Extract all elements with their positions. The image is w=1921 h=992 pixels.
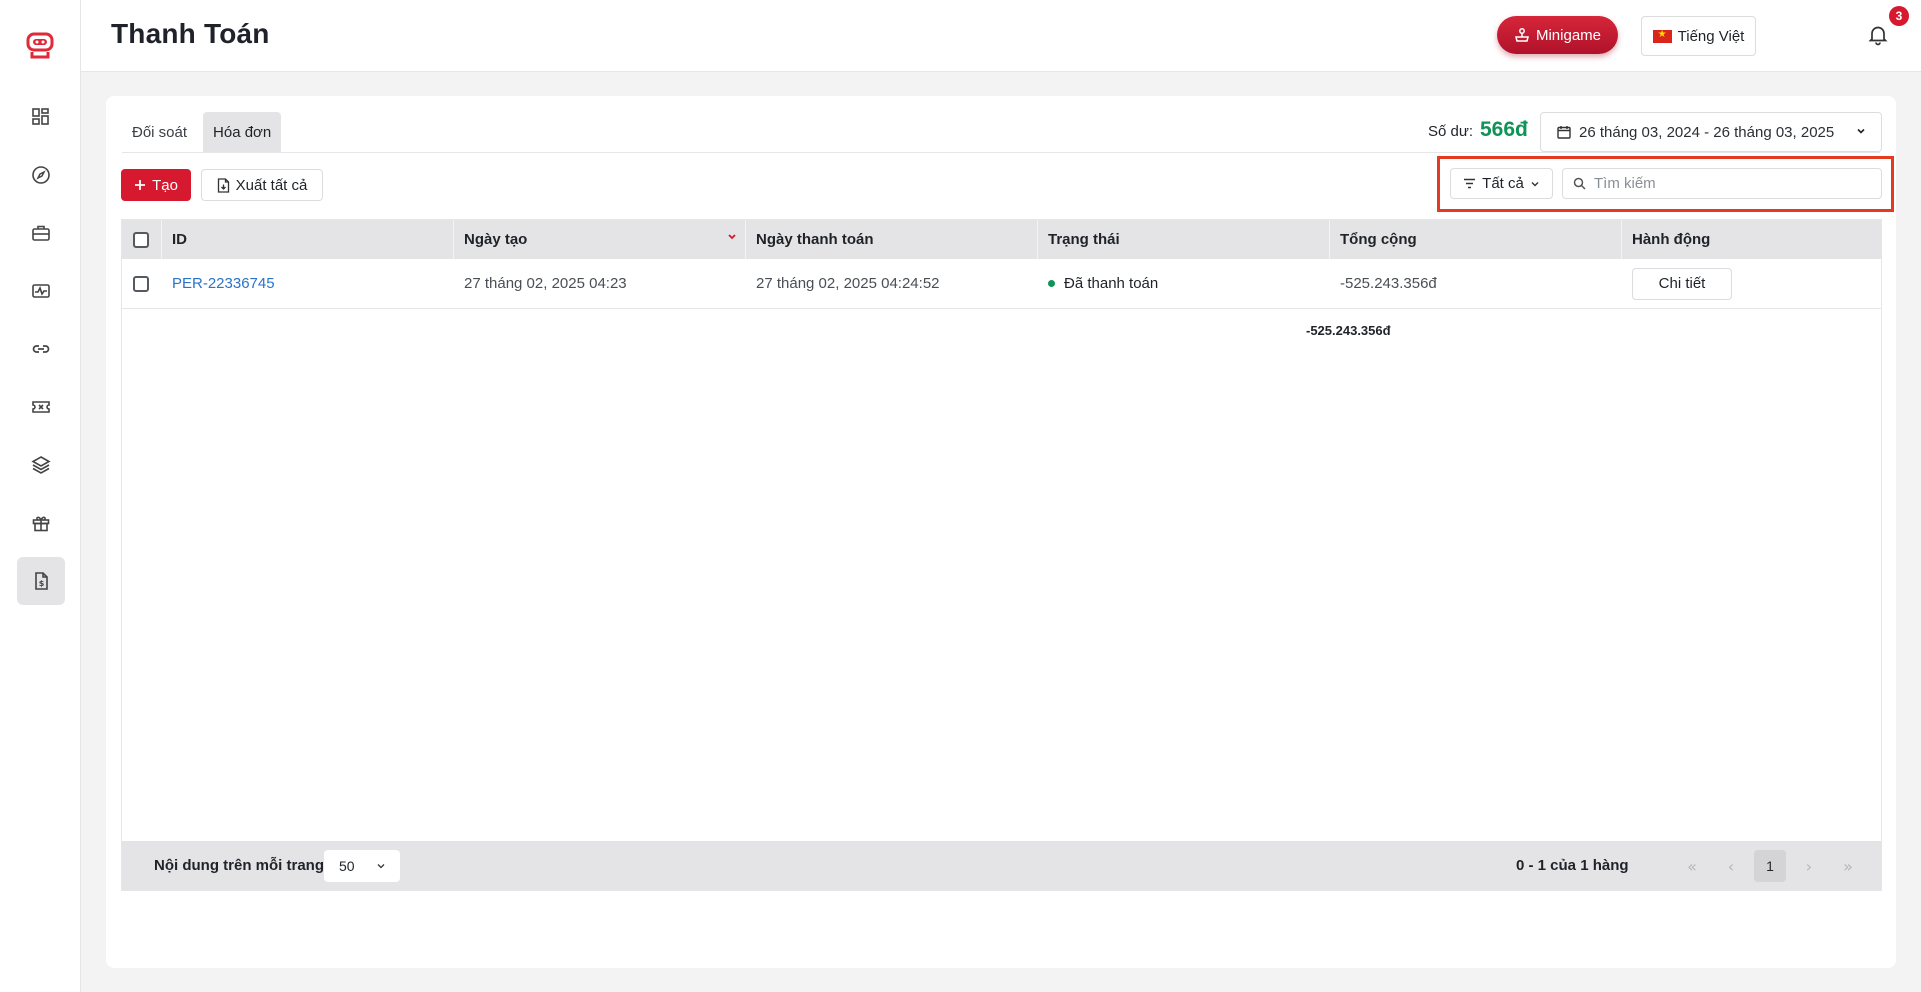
search-field[interactable] [1562,168,1882,199]
activity-icon [32,284,50,298]
compass-icon [32,166,50,184]
action-cell: Chi tiết [1622,259,1732,308]
page-number-button[interactable]: 1 [1754,850,1786,882]
column-header-created[interactable]: Ngày tạo [454,220,746,259]
column-header-total[interactable]: Tổng cộng [1330,220,1622,259]
language-selector[interactable]: Tiếng Việt [1641,16,1756,56]
created-date-cell: 27 tháng 02, 2025 04:23 [464,275,627,292]
search-input[interactable] [1594,175,1864,192]
balance-value: 566đ [1480,118,1528,141]
invoice-id-link[interactable]: PER-22336745 [162,259,275,308]
previous-page-button[interactable]: ‹ [1715,850,1747,882]
export-all-label: Xuất tất cả [235,176,308,194]
minigame-button[interactable]: Minigame [1497,16,1618,54]
sort-desc-icon [728,234,736,240]
sidebar-item-gifts[interactable] [17,499,65,547]
filter-icon [1464,178,1476,189]
vietnam-flag-icon [1652,29,1672,43]
status-filter-button[interactable]: Tất cả [1450,168,1553,199]
date-range-text: 26 tháng 03, 2024 - 26 tháng 03, 2025 [1579,123,1835,141]
layers-icon [31,456,51,474]
chevron-down-icon [1857,128,1865,134]
bell-icon[interactable] [1867,24,1889,46]
sidebar: $ [0,0,81,992]
search-icon [1573,177,1586,190]
invoice-table: ID Ngày tạo Ngày thanh toán Trạng thái T… [121,219,1882,891]
chevron-down-icon [1531,181,1539,186]
table-header: ID Ngày tạo Ngày thanh toán Trạng thái T… [122,220,1881,259]
invoice-icon: $ [35,572,48,590]
create-label: Tạo [152,176,178,194]
status-cell: Đã thanh toán [1038,259,1158,308]
svg-text:$: $ [39,579,45,588]
table-footer: Nội dung trên mỗi trang: 50 0 - 1 của 1 … [122,841,1881,890]
top-header: Thanh Toán Minigame Tiếng Việt 3 [81,0,1921,72]
briefcase-icon [32,225,50,241]
export-all-button[interactable]: Xuất tất cả [201,169,323,201]
status-dot-icon [1048,280,1055,287]
sidebar-item-tickets[interactable] [17,383,65,431]
rows-per-page-select[interactable]: 50 [324,850,400,882]
column-header-created-label: Ngày tạo [464,231,528,248]
minigame-label: Minigame [1535,26,1602,44]
chevron-down-icon [377,864,385,869]
row-select-cell [122,259,162,308]
page-title: Thanh Toán [111,18,270,49]
total-cell: -525.243.356đ [1340,275,1437,292]
detail-button[interactable]: Chi tiết [1632,267,1732,300]
payments-card: Đối soát Hóa đơn Số dư: 566đ 26 tháng 03… [106,96,1896,968]
rows-per-page-value: 50 [339,858,355,874]
robot-logo-icon[interactable] [24,30,56,62]
table-row: PER-22336745 27 tháng 02, 2025 04:23 27 … [122,259,1881,309]
notification-badge: 3 [1889,6,1909,26]
next-page-button[interactable]: › [1793,850,1825,882]
tab-bar: Đối soát Hóa đơn [122,112,282,152]
sidebar-item-layers[interactable] [17,441,65,489]
column-header-paid[interactable]: Ngày thanh toán [746,220,1038,259]
select-all-cell [122,220,162,259]
language-label: Tiếng Việt [1677,27,1745,45]
row-checkbox[interactable] [133,275,149,292]
column-header-action: Hành động [1632,231,1711,248]
sidebar-item-dashboard[interactable] [17,93,65,141]
filter-label: Tất cả [1482,175,1524,192]
file-export-icon [217,177,229,193]
column-header-id[interactable]: ID [162,220,454,259]
date-range-picker[interactable]: 26 tháng 03, 2024 - 26 tháng 03, 2025 [1540,112,1882,152]
grand-total: -525.243.356đ [1306,323,1391,338]
ticket-icon [32,401,50,413]
tab-invoices[interactable]: Hóa đơn [203,112,282,152]
sidebar-item-briefcase[interactable] [17,209,65,257]
sidebar-item-links[interactable] [17,325,65,373]
first-page-button[interactable]: « [1676,850,1708,882]
gift-icon [32,516,50,532]
paid-date-cell: 27 tháng 02, 2025 04:24:52 [756,275,940,292]
plus-icon [135,180,146,190]
sidebar-item-activity[interactable] [17,267,65,315]
status-text: Đã thanh toán [1064,275,1159,292]
column-header-status[interactable]: Trạng thái [1038,220,1330,259]
link-icon [32,345,50,353]
grid-icon [32,108,49,125]
sidebar-item-explore[interactable] [17,151,65,199]
tab-divider [122,152,1880,153]
pagination-range: 0 - 1 của 1 hàng [1516,857,1629,874]
select-all-checkbox[interactable] [133,231,149,248]
sidebar-item-payments[interactable]: $ [17,557,65,605]
balance-label: Số dư: [1428,123,1474,140]
tab-reconciliation[interactable]: Đối soát [122,112,197,152]
last-page-button[interactable]: » [1832,850,1864,882]
rows-per-page-label: Nội dung trên mỗi trang: [154,857,329,874]
calendar-icon [1557,126,1571,139]
create-button[interactable]: Tạo [121,169,191,201]
joystick-icon [1515,28,1529,42]
